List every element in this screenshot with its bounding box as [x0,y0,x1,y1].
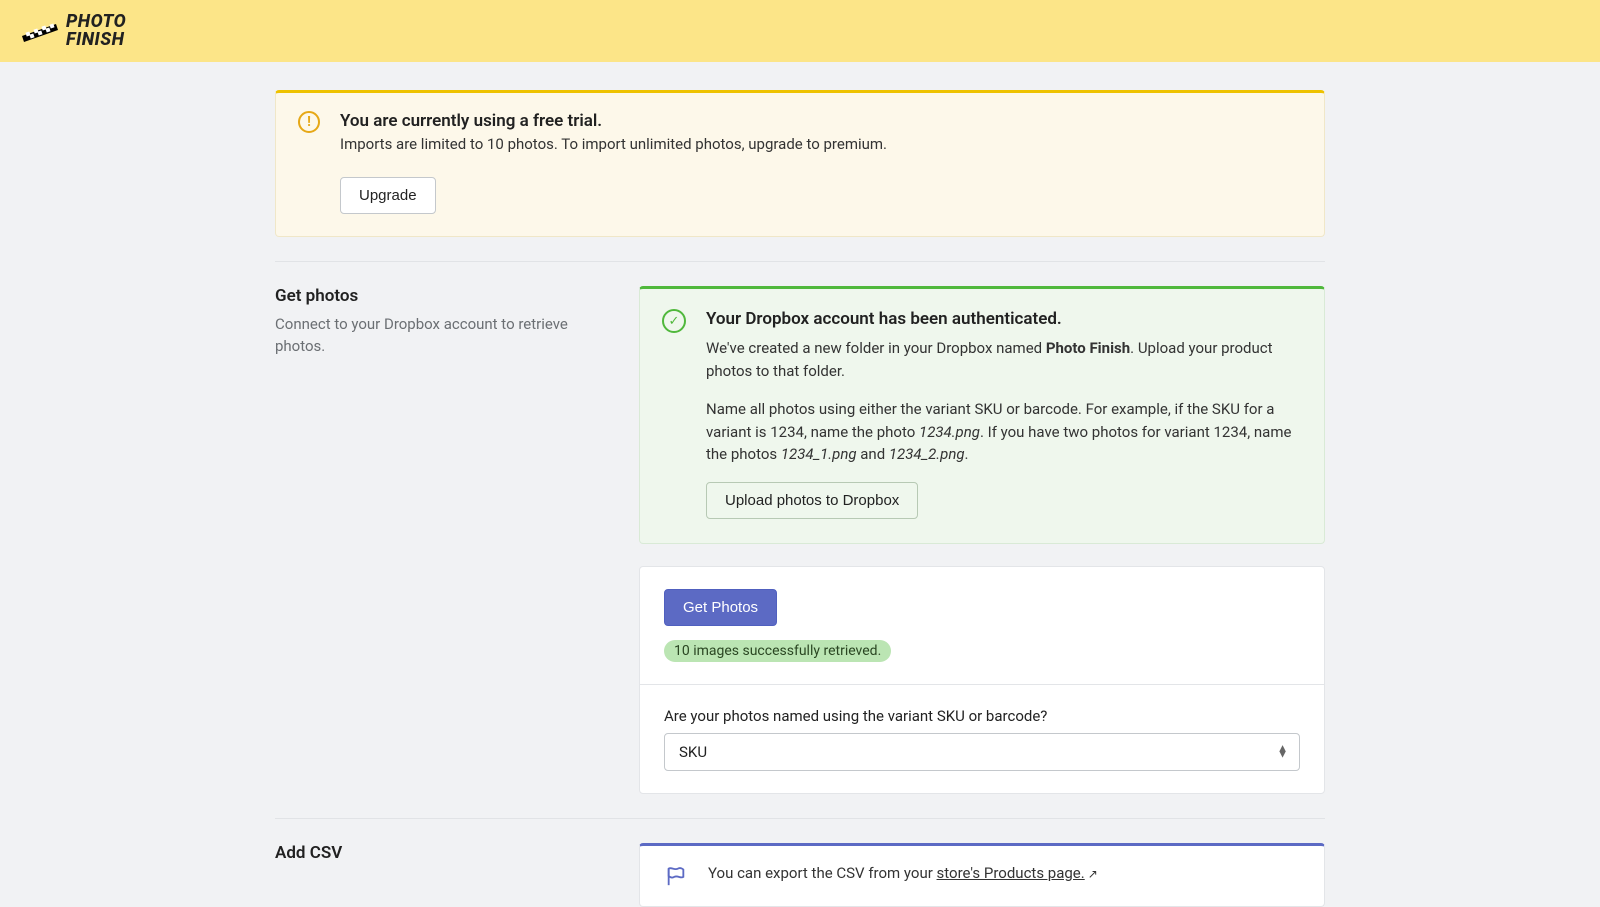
flag-icon [664,864,688,888]
check-circle-icon: ✓ [662,309,686,333]
get-photos-desc: Connect to your Dropbox account to retri… [275,314,601,358]
trial-banner: ! You are currently using a free trial. … [275,90,1325,237]
naming-question: Are your photos named using the variant … [664,707,1300,725]
upload-dropbox-button[interactable]: Upload photos to Dropbox [706,482,918,519]
dropbox-heading: Your Dropbox account has been authentica… [706,309,1300,329]
csv-text: You can export the CSV from your store's… [708,864,1098,882]
brand-logo: PHOTO FINISH [20,13,126,49]
add-csv-title: Add CSV [275,843,601,863]
trial-heading: You are currently using a free trial. [340,111,887,131]
csv-banner: You can export the CSV from your store's… [639,843,1325,907]
naming-select[interactable]: SKU [664,733,1300,771]
brand-line-2: FINISH [66,31,126,49]
products-page-link[interactable]: store's Products page. [937,864,1085,882]
upgrade-button[interactable]: Upgrade [340,177,436,214]
get-photos-title: Get photos [275,286,601,306]
dropbox-p2: Name all photos using either the variant… [706,398,1300,466]
warning-icon: ! [298,111,320,133]
get-photos-card: Get Photos 10 images successfully retrie… [639,566,1325,794]
dropbox-p1: We've created a new folder in your Dropb… [706,337,1300,382]
retrieved-badge: 10 images successfully retrieved. [664,640,891,662]
dropbox-banner: ✓ Your Dropbox account has been authenti… [639,286,1325,544]
get-photos-button[interactable]: Get Photos [664,589,777,626]
app-header: PHOTO FINISH [0,0,1600,62]
checkered-flag-icon [20,16,60,46]
trial-subtext: Imports are limited to 10 photos. To imp… [340,135,887,153]
brand-name: PHOTO FINISH [66,13,126,49]
external-link-icon: ↗ [1088,867,1098,881]
